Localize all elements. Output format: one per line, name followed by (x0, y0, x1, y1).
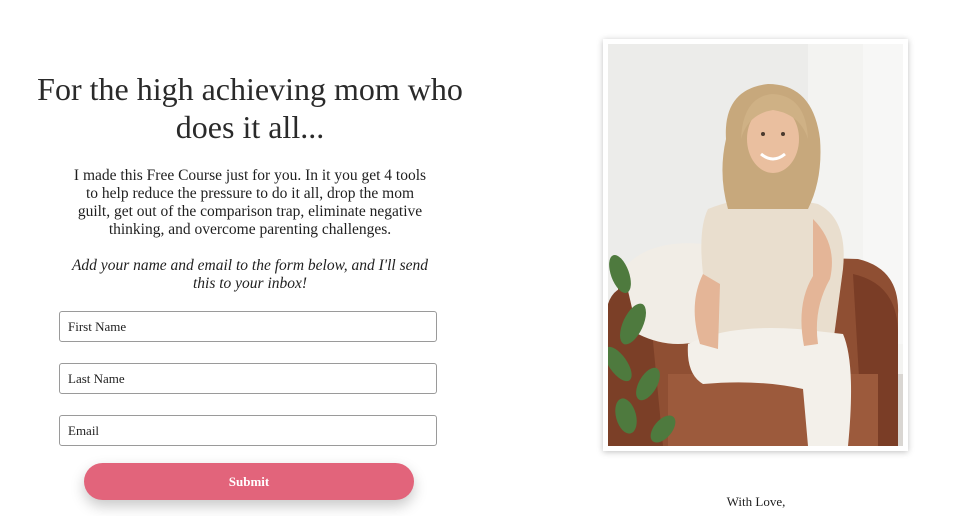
email-field[interactable] (59, 415, 437, 446)
portrait-frame (603, 39, 908, 451)
sign-off-text: With Love, (726, 494, 786, 509)
first-name-field[interactable] (59, 311, 437, 342)
submit-button[interactable]: Submit (84, 463, 414, 500)
form-instructions: Add your name and email to the form belo… (71, 257, 429, 292)
last-name-field[interactable] (59, 363, 437, 394)
portrait-photo (608, 44, 903, 446)
course-description: I made this Free Course just for you. In… (73, 167, 427, 238)
page-title: For the high achieving mom who does it a… (37, 71, 463, 145)
